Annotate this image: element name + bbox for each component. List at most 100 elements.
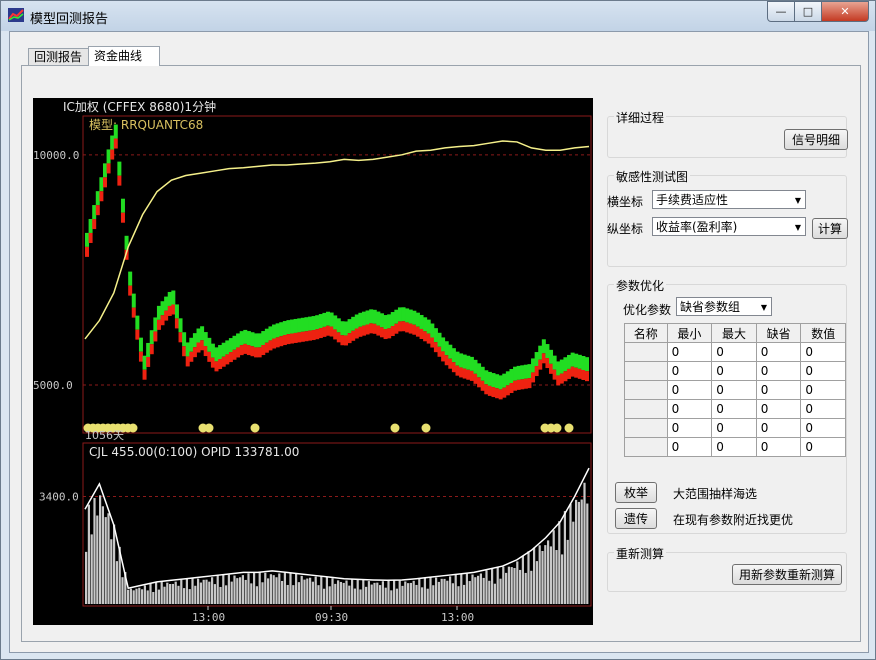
price-band-high-mark [254,333,259,348]
volume-bar [213,584,216,604]
chart-app-icon [8,8,24,22]
price-band-low-mark [570,366,575,377]
min-cell[interactable]: 0 [666,399,713,419]
volume-bar [230,581,233,604]
value-cell[interactable]: 0 [800,437,846,457]
price-band-high-mark [347,319,352,334]
price-band-high-mark [92,205,97,220]
default-cell[interactable]: 0 [755,380,802,400]
y-axis-select[interactable]: 收益率(盈利率) ▼ [652,217,806,236]
value-cell[interactable]: 0 [800,342,846,362]
price-band-high-mark [279,322,284,337]
min-cell[interactable]: 0 [666,437,713,457]
default-cell[interactable]: 0 [755,399,802,419]
volume-bar [477,575,480,604]
equity-chart[interactable]: IC加权 (CFFEX 8680)1分钟 模型: RRQUANTC68 1000… [33,98,593,625]
client-area: 回测报告 资金曲线 IC加权 (CFFEX 8680)1分钟 模型: RRQUA… [9,31,869,653]
volume-bar [286,584,289,604]
price-band-low-mark [300,331,305,342]
price-band-low-mark [264,342,269,353]
volume-bar [174,581,177,604]
volume-bar [233,575,236,604]
calculate-button[interactable]: 计算 [812,218,848,239]
price-band-low-mark [484,384,489,395]
max-cell[interactable]: 0 [711,399,757,419]
price-band-high-mark [491,373,496,388]
col-header-min: 最小 [666,323,713,343]
volume-bar [409,582,412,604]
default-cell[interactable]: 0 [755,437,802,457]
optimize-param-label: 优化参数 [623,303,672,317]
tab-equity-curve[interactable]: 资金曲线 [88,46,160,66]
volume-bar [502,566,505,604]
price-band-low-mark [95,205,100,216]
price-band-high-mark [315,315,320,330]
volume-bar [177,585,180,604]
maximize-button[interactable]: □ [794,1,822,22]
value-cell[interactable]: 0 [800,361,846,381]
default-cell[interactable]: 0 [755,418,802,438]
recalculate-button[interactable]: 用新参数重新测算 [732,564,842,585]
volume-bar [101,506,104,604]
genetic-button[interactable]: 遗传 [615,508,657,529]
value-cell[interactable]: 0 [800,399,846,419]
max-cell[interactable]: 0 [711,418,757,438]
min-cell[interactable]: 0 [666,361,713,381]
volume-bar [208,581,211,604]
price-band-low-mark [412,324,417,335]
price-band-high-mark [272,324,277,339]
volume-bar [390,590,393,604]
enumerate-button[interactable]: 枚举 [615,482,657,503]
default-cell[interactable]: 0 [755,361,802,381]
close-button[interactable]: ✕ [821,1,869,22]
signal-detail-button[interactable]: 信号明细 [784,129,848,150]
tab-backtest-report[interactable]: 回测报告 [28,48,92,66]
volume-bar [278,573,281,604]
default-cell[interactable]: 0 [755,342,802,362]
table-row: 0000 [624,418,846,438]
max-cell[interactable]: 0 [711,437,757,457]
max-cell[interactable]: 0 [711,361,757,381]
price-band-low-mark [541,353,546,364]
value-cell[interactable]: 0 [800,418,846,438]
price-band-high-mark [462,354,467,369]
volume-bar [418,578,421,604]
x-axis-select[interactable]: 手续费适应性 ▼ [652,190,806,209]
volume-bar [507,566,510,604]
min-cell[interactable]: 0 [666,418,713,438]
price-band-low-mark [146,356,151,367]
price-band-high-mark [225,340,230,355]
max-cell[interactable]: 0 [711,342,757,362]
volume-bar [381,581,384,604]
volume-bar [454,574,457,604]
price-band-low-mark [282,335,287,346]
volume-bar [353,588,356,604]
price-band-high-mark [138,337,143,352]
price-band-low-mark [308,330,313,341]
volume-bar [370,584,373,604]
price-band-low-mark [239,345,244,356]
value-cell[interactable]: 0 [800,380,846,400]
minimize-button[interactable]: — [767,1,795,22]
volume-bar [253,572,256,604]
price-band-low-mark [527,378,532,389]
price-band-high-mark [426,319,431,334]
min-cell[interactable]: 0 [666,380,713,400]
volume-bar [297,582,300,604]
volume-bar [328,586,331,604]
volume-bar [90,534,93,604]
volume-bar [505,572,508,604]
price-band-low-mark [210,357,215,368]
volume-bar [225,585,228,604]
chart-background [33,98,593,625]
max-cell[interactable]: 0 [711,380,757,400]
volume-bar [303,579,306,604]
price-band-high-mark [297,318,302,333]
min-cell[interactable]: 0 [666,342,713,362]
title-bar[interactable]: 模型回测报告 — □ ✕ [1,1,875,31]
volume-bar [185,578,188,604]
optimize-param-select[interactable]: 缺省参数组 ▼ [676,297,772,316]
price-band-low-mark [178,332,183,343]
model-label: 模型: RRQUANTC68 [89,118,203,132]
table-row: 0000 [624,399,846,419]
